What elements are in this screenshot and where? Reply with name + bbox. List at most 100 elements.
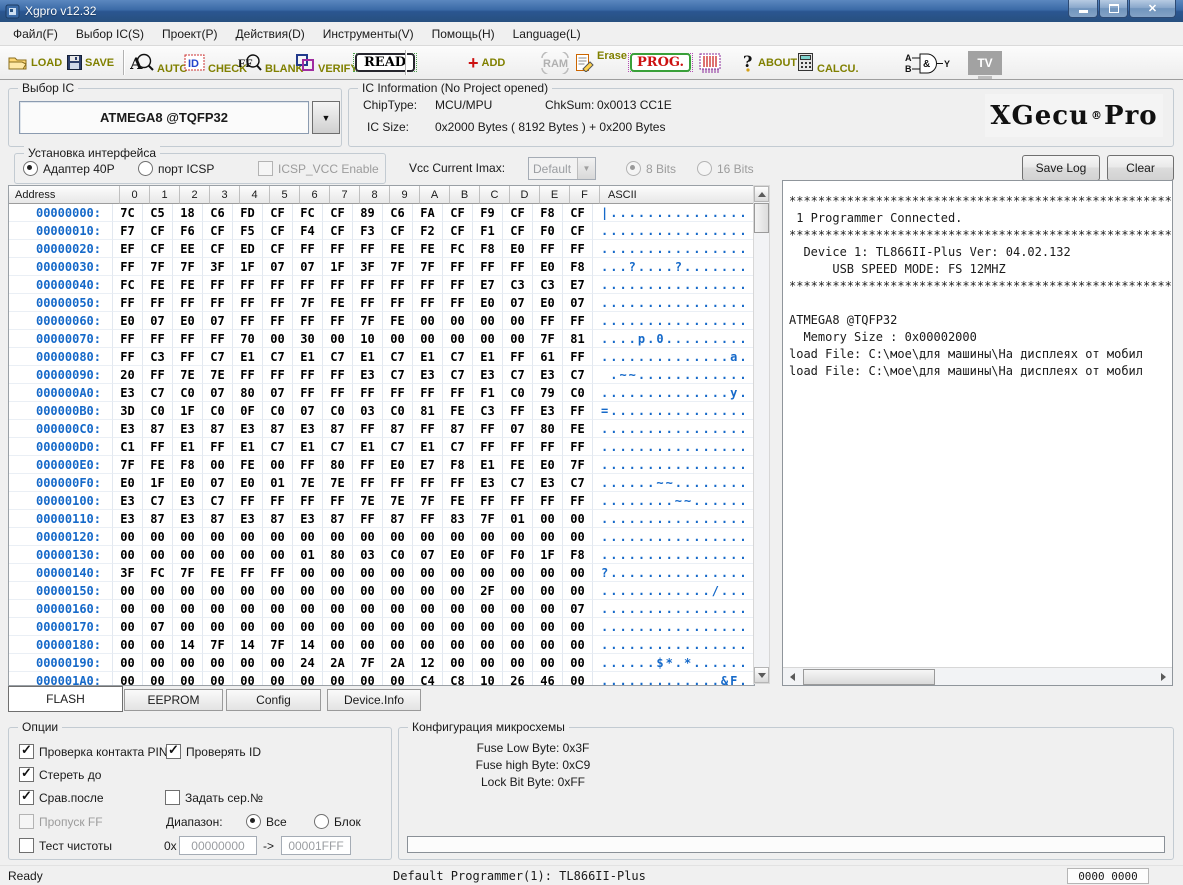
scroll-left-icon[interactable] <box>784 669 800 684</box>
pin-check-checkbox[interactable]: Проверка контакта PIN <box>19 744 167 759</box>
hex-byte[interactable]: 00 <box>533 636 563 654</box>
hex-byte[interactable]: 00 <box>503 312 533 330</box>
hex-byte[interactable]: E3 <box>293 510 323 528</box>
hex-byte[interactable]: 07 <box>503 420 533 438</box>
hex-byte[interactable]: 0F <box>473 546 503 564</box>
hex-byte[interactable]: 00 <box>473 312 503 330</box>
hex-byte[interactable]: 07 <box>143 312 173 330</box>
hex-byte[interactable]: 00 <box>473 600 503 618</box>
hex-byte[interactable]: FF <box>323 312 353 330</box>
hex-byte[interactable]: 00 <box>353 564 383 582</box>
hex-byte[interactable]: 7F <box>293 294 323 312</box>
hex-byte[interactable]: 00 <box>413 528 443 546</box>
ic-select-dropdown-button[interactable] <box>312 101 340 134</box>
hex-byte[interactable]: 00 <box>533 564 563 582</box>
hex-byte[interactable]: 00 <box>173 528 203 546</box>
hex-byte[interactable]: 70 <box>233 330 263 348</box>
hex-byte[interactable]: 00 <box>173 546 203 564</box>
hex-byte[interactable]: FF <box>413 384 443 402</box>
hex-byte[interactable]: FF <box>563 438 593 456</box>
hex-byte[interactable]: 7F <box>473 510 503 528</box>
hex-byte[interactable]: 00 <box>293 600 323 618</box>
hex-byte[interactable]: 00 <box>263 618 293 636</box>
range-all-radio[interactable]: Все <box>246 814 287 829</box>
hex-byte[interactable]: 00 <box>233 618 263 636</box>
hex-byte[interactable]: 01 <box>263 474 293 492</box>
hex-byte[interactable]: E1 <box>353 348 383 366</box>
hex-byte[interactable]: 00 <box>533 600 563 618</box>
hex-byte[interactable]: FF <box>353 474 383 492</box>
hex-byte[interactable]: FF <box>503 258 533 276</box>
hex-byte[interactable]: 00 <box>113 546 143 564</box>
hex-byte[interactable]: E3 <box>533 474 563 492</box>
hex-byte[interactable]: FF <box>413 510 443 528</box>
hex-byte[interactable]: FA <box>413 204 443 222</box>
hex-byte[interactable]: C7 <box>263 348 293 366</box>
hex-byte[interactable]: 00 <box>563 564 593 582</box>
hex-byte[interactable]: C5 <box>143 204 173 222</box>
hex-byte[interactable]: 1F <box>233 258 263 276</box>
hex-byte[interactable]: 00 <box>533 618 563 636</box>
hex-byte[interactable]: 3F <box>203 258 233 276</box>
hex-col-header-F[interactable]: F <box>570 186 600 204</box>
read-button[interactable]: READ <box>353 46 417 79</box>
hex-byte[interactable]: E7 <box>413 456 443 474</box>
hex-byte[interactable]: 07 <box>413 546 443 564</box>
hex-byte[interactable]: FF <box>233 312 263 330</box>
hex-byte[interactable]: 00 <box>563 510 593 528</box>
hex-byte[interactable]: FF <box>293 456 323 474</box>
hex-byte[interactable]: F4 <box>293 222 323 240</box>
hex-byte[interactable]: C0 <box>263 402 293 420</box>
hex-byte[interactable]: FF <box>293 312 323 330</box>
hex-byte[interactable]: F0 <box>503 546 533 564</box>
hex-byte[interactable]: E1 <box>413 438 443 456</box>
hex-byte[interactable]: 07 <box>143 618 173 636</box>
hex-byte[interactable]: C4 <box>413 672 443 686</box>
hex-byte[interactable]: E3 <box>113 492 143 510</box>
hex-byte[interactable]: C7 <box>503 366 533 384</box>
hex-byte[interactable]: 3F <box>353 258 383 276</box>
hex-byte[interactable]: CF <box>503 204 533 222</box>
hex-byte[interactable]: E0 <box>443 546 473 564</box>
hex-byte[interactable]: FF <box>353 240 383 258</box>
hex-byte[interactable]: 00 <box>323 582 353 600</box>
hex-byte[interactable]: E1 <box>473 348 503 366</box>
hex-byte[interactable]: C7 <box>443 438 473 456</box>
hex-byte[interactable]: C7 <box>323 348 353 366</box>
hex-byte[interactable]: 00 <box>413 312 443 330</box>
hex-byte[interactable]: 00 <box>113 636 143 654</box>
hex-byte[interactable]: C0 <box>383 402 413 420</box>
hex-byte[interactable]: 7F <box>353 654 383 672</box>
hex-byte[interactable]: FF <box>503 348 533 366</box>
hex-byte[interactable]: E7 <box>473 276 503 294</box>
hex-byte[interactable]: 7F <box>413 258 443 276</box>
hex-byte[interactable]: E1 <box>413 348 443 366</box>
hex-byte[interactable]: 61 <box>533 348 563 366</box>
hex-byte[interactable]: FF <box>323 240 353 258</box>
hex-byte[interactable]: FF <box>143 294 173 312</box>
hex-byte[interactable]: 00 <box>383 672 413 686</box>
hex-byte[interactable]: FF <box>503 438 533 456</box>
hex-byte[interactable]: FC <box>443 240 473 258</box>
hex-byte[interactable]: FF <box>293 492 323 510</box>
hex-byte[interactable]: E1 <box>293 438 323 456</box>
hex-byte[interactable]: 7E <box>353 492 383 510</box>
hex-byte[interactable]: FF <box>203 330 233 348</box>
hex-byte[interactable]: FF <box>443 294 473 312</box>
8-bits-radio[interactable]: 8 Bits <box>626 161 676 176</box>
hex-byte[interactable]: C0 <box>323 402 353 420</box>
hex-byte[interactable]: 87 <box>203 420 233 438</box>
hex-byte[interactable]: C0 <box>563 384 593 402</box>
hex-byte[interactable]: C3 <box>143 348 173 366</box>
hex-byte[interactable]: FE <box>443 492 473 510</box>
hex-byte[interactable]: E3 <box>473 474 503 492</box>
hex-byte[interactable]: 00 <box>293 672 323 686</box>
hex-byte[interactable]: F5 <box>233 222 263 240</box>
menu-item-4[interactable]: Действия(D) <box>227 24 314 44</box>
hex-byte[interactable]: C0 <box>143 402 173 420</box>
hex-byte[interactable]: 07 <box>563 600 593 618</box>
hex-byte[interactable]: E1 <box>293 348 323 366</box>
hex-byte[interactable]: FF <box>263 564 293 582</box>
hex-byte[interactable]: 1F <box>173 402 203 420</box>
hex-byte[interactable]: C3 <box>533 276 563 294</box>
